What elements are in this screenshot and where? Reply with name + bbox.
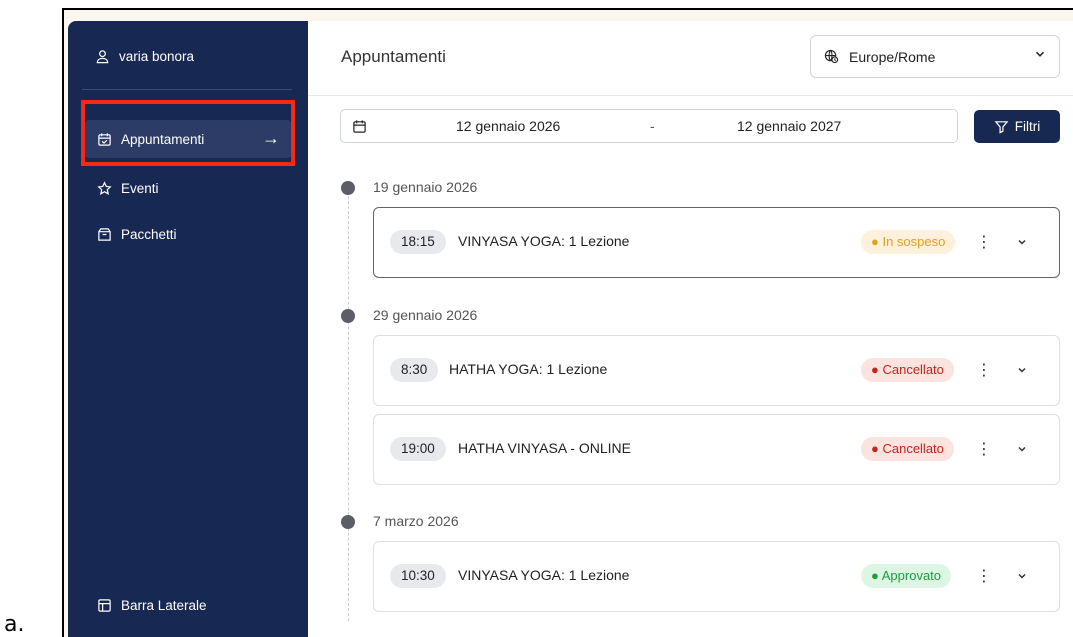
sidebar-toggle-button[interactable]: Barra Laterale — [84, 587, 207, 623]
status-label: Cancellato — [882, 362, 944, 377]
group-date: 7 marzo 2026 — [373, 513, 459, 529]
figure-caption: a. — [4, 612, 25, 637]
timeline-dot — [341, 309, 355, 323]
status-badge: ● Approvato — [861, 564, 952, 588]
sidebar-toggle-label: Barra Laterale — [121, 597, 207, 613]
star-icon — [96, 180, 112, 196]
globe-clock-icon — [823, 49, 839, 65]
filter-icon — [994, 119, 1010, 135]
appointment-time: 19:00 — [390, 437, 446, 461]
filter-button-label: Filtri — [1014, 119, 1041, 134]
sidebar-panel-icon — [96, 597, 112, 613]
user-menu[interactable]: varia bonora — [68, 21, 308, 91]
expand-chevron-button[interactable] — [1010, 358, 1034, 382]
appointment-card[interactable]: 18:15 VINYASA YOGA: 1 Lezione ● In sospe… — [373, 207, 1060, 278]
appointment-title: VINYASA YOGA: 1 Lezione — [458, 233, 630, 249]
sidebar-item-label: Eventi — [121, 180, 159, 196]
expand-chevron-button[interactable] — [1010, 564, 1034, 588]
sidebar-divider — [82, 89, 292, 90]
appointment-time: 8:30 — [390, 358, 439, 382]
user-icon — [94, 48, 110, 64]
timeline-line — [348, 181, 349, 621]
group-date: 29 gennaio 2026 — [373, 307, 478, 323]
status-label: Cancellato — [882, 441, 944, 456]
appointment-time: 18:15 — [390, 230, 446, 254]
end-date[interactable]: 12 gennaio 2027 — [737, 118, 841, 134]
expand-chevron-button[interactable] — [1010, 437, 1034, 461]
status-label: Approvato — [881, 568, 942, 583]
filter-button[interactable]: Filtri — [974, 110, 1060, 143]
appointment-card[interactable]: 8:30 HATHA YOGA: 1 Lezione ● Cancellato … — [373, 335, 1060, 406]
main-content: Appuntamenti Europe/Rome 12 gennaio 2026… — [308, 21, 1073, 637]
date-separator: - — [650, 118, 655, 134]
calendar-icon — [351, 118, 367, 134]
more-options-button[interactable]: ⋮ — [972, 564, 996, 588]
expand-chevron-button[interactable] — [1010, 230, 1034, 254]
appointment-time: 10:30 — [390, 564, 446, 588]
status-badge: ● Cancellato — [861, 358, 954, 382]
timezone-value: Europe/Rome — [849, 48, 936, 65]
highlight-annotation-box — [81, 100, 295, 166]
status-badge: ● Cancellato — [861, 437, 954, 461]
user-name: varia bonora — [119, 48, 195, 64]
date-range-picker[interactable]: 12 gennaio 2026 - 12 gennaio 2027 — [340, 109, 958, 143]
appointment-title: VINYASA YOGA: 1 Lezione — [458, 567, 630, 583]
chevron-down-icon — [1033, 47, 1047, 64]
appointment-title: HATHA YOGA: 1 Lezione — [449, 361, 608, 377]
sidebar-item-eventi[interactable]: Eventi — [84, 169, 292, 207]
more-options-button[interactable]: ⋮ — [972, 437, 996, 461]
appointment-card[interactable]: 19:00 HATHA VINYASA - ONLINE ● Cancellat… — [373, 414, 1060, 485]
top-bar: Appuntamenti Europe/Rome — [308, 21, 1073, 96]
screenshot-frame: varia bonora Appuntamenti → Eventi Pacch… — [62, 8, 1073, 637]
group-date: 19 gennaio 2026 — [373, 179, 478, 195]
more-options-button[interactable]: ⋮ — [972, 358, 996, 382]
sidebar-item-label: Pacchetti — [121, 226, 177, 242]
timezone-select[interactable]: Europe/Rome — [810, 35, 1060, 78]
app-window: varia bonora Appuntamenti → Eventi Pacch… — [68, 21, 1073, 637]
start-date[interactable]: 12 gennaio 2026 — [456, 118, 560, 134]
sidebar-item-pacchetti[interactable]: Pacchetti — [84, 215, 292, 253]
appointment-title: HATHA VINYASA - ONLINE — [458, 440, 631, 456]
status-label: In sospeso — [882, 234, 946, 249]
timeline-dot — [341, 515, 355, 529]
page-title: Appuntamenti — [341, 47, 446, 66]
more-options-button[interactable]: ⋮ — [972, 230, 996, 254]
timeline-dot — [341, 181, 355, 195]
appointment-card[interactable]: 10:30 VINYASA YOGA: 1 Lezione ● Approvat… — [373, 541, 1060, 612]
status-badge: ● In sospeso — [861, 230, 956, 254]
package-icon — [96, 226, 112, 242]
